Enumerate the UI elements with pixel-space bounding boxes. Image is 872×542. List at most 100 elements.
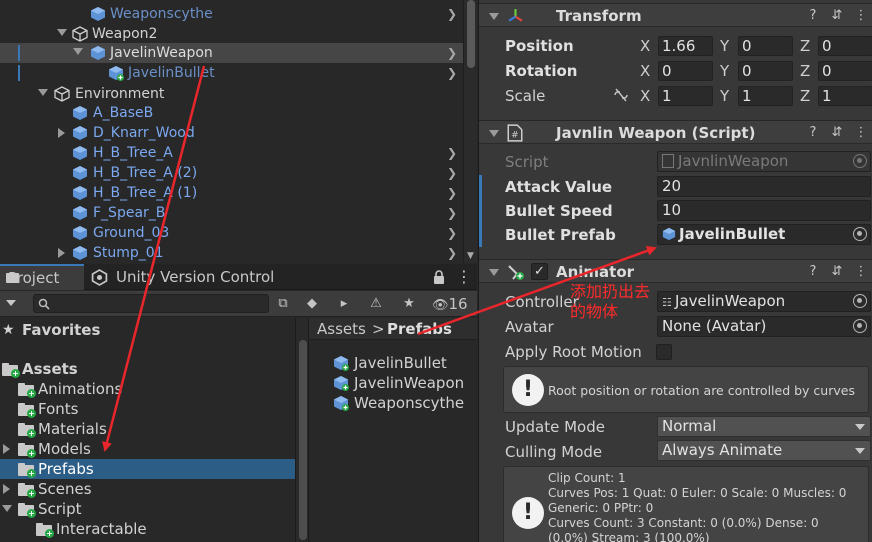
axis-x-label[interactable]: X bbox=[640, 86, 650, 106]
chevron-right-icon[interactable]: ❯ bbox=[447, 166, 457, 180]
axis-z-label[interactable]: Z bbox=[800, 61, 810, 81]
animator-header[interactable]: ✓ Animator ? ⇵ ⋮ bbox=[479, 259, 872, 283]
chevron-right-icon[interactable]: ❯ bbox=[447, 226, 457, 240]
controller-field[interactable]: ☷ JavelinWeapon bbox=[657, 291, 871, 312]
chevron-right-icon[interactable]: ❯ bbox=[447, 66, 457, 80]
enabled-checkbox[interactable]: ✓ bbox=[531, 263, 548, 280]
scale-y-field[interactable]: 1 bbox=[738, 86, 793, 106]
hierarchy-row[interactable]: H_B_Tree_A (2) ❯ bbox=[0, 163, 463, 183]
hierarchy-row[interactable]: A_BaseB bbox=[0, 103, 463, 123]
fold-open-icon[interactable] bbox=[489, 13, 499, 20]
bullet-prefab-field[interactable]: JavelinBullet bbox=[657, 224, 871, 245]
fold-closed-icon[interactable] bbox=[3, 444, 10, 454]
scroll-down-icon[interactable]: ▼ bbox=[467, 251, 474, 261]
position-x-field[interactable]: 1.66 bbox=[658, 36, 713, 56]
fold-open-icon[interactable] bbox=[73, 48, 83, 55]
tab-project[interactable]: Project bbox=[0, 264, 84, 290]
breadcrumb-root[interactable]: Assets bbox=[317, 318, 366, 340]
help-icon[interactable]: ? bbox=[805, 8, 821, 24]
chevron-right-icon[interactable]: ❯ bbox=[447, 7, 457, 21]
axis-y-label[interactable]: Y bbox=[720, 86, 729, 106]
warning-filter-icon[interactable]: ⚠ bbox=[365, 294, 387, 314]
chevron-right-icon[interactable]: ❯ bbox=[447, 206, 457, 220]
culling-mode-dropdown[interactable]: Always Animate bbox=[657, 440, 871, 461]
scrollbar-thumb[interactable] bbox=[467, 0, 475, 68]
object-picker-icon[interactable] bbox=[853, 294, 867, 308]
avatar-field[interactable]: None (Avatar) bbox=[657, 316, 871, 337]
folder-row[interactable]: + Materials bbox=[0, 419, 295, 439]
rotation-z-field[interactable]: 0 bbox=[818, 61, 872, 81]
folder-row[interactable]: + Fonts bbox=[0, 399, 295, 419]
chevron-right-icon[interactable]: ❯ bbox=[447, 246, 457, 260]
fold-open-icon[interactable] bbox=[489, 269, 499, 276]
axis-y-label[interactable]: Y bbox=[720, 36, 729, 56]
bullet-speed-field[interactable]: 10 bbox=[657, 200, 871, 221]
axis-y-label[interactable]: Y bbox=[720, 61, 729, 81]
unlink-constrain-icon[interactable] bbox=[613, 88, 629, 102]
axis-x-label[interactable]: X bbox=[640, 36, 650, 56]
fold-closed-icon[interactable] bbox=[58, 128, 65, 138]
hierarchy-row[interactable]: Stump_01 ❯ bbox=[0, 243, 463, 263]
fold-open-icon[interactable] bbox=[489, 130, 499, 137]
help-icon[interactable]: ? bbox=[805, 264, 821, 280]
hierarchy-scrollbar[interactable]: ▼ bbox=[463, 0, 477, 263]
transform-header[interactable]: Transform ? ⇵ ⋮ bbox=[479, 3, 872, 27]
folder-row[interactable]: + Interactable bbox=[0, 519, 295, 539]
asset-item[interactable]: JavelinBullet bbox=[309, 353, 477, 373]
preset-sliders-icon[interactable]: ⇵ bbox=[829, 8, 845, 24]
pane-scrollbar[interactable] bbox=[295, 318, 309, 542]
script-component-header[interactable]: # Javnlin Weapon (Script) ? ⇵ ⋮ bbox=[479, 120, 872, 144]
tab-unity-version-control[interactable]: Unity Version Control bbox=[88, 264, 288, 290]
search-scope-icon[interactable]: ⧉ bbox=[272, 294, 294, 314]
hierarchy-row[interactable]: H_B_Tree_A ❯ bbox=[0, 143, 463, 163]
fold-closed-icon[interactable] bbox=[3, 484, 10, 494]
chevron-right-icon[interactable]: ❯ bbox=[447, 186, 457, 200]
search-input[interactable] bbox=[33, 294, 269, 313]
fold-open-icon[interactable] bbox=[57, 29, 67, 36]
hierarchy-row[interactable]: Environment bbox=[0, 84, 463, 104]
asset-item[interactable]: Weaponscythe bbox=[309, 393, 477, 413]
hierarchy-row[interactable]: F_Spear_B ❯ bbox=[0, 203, 463, 223]
hierarchy-row-selected[interactable]: JavelinWeapon ❯ bbox=[0, 43, 463, 63]
scale-z-field[interactable]: 1 bbox=[818, 86, 872, 106]
position-y-field[interactable]: 0 bbox=[738, 36, 793, 56]
lock-icon[interactable] bbox=[433, 270, 445, 284]
axis-z-label[interactable]: Z bbox=[800, 36, 810, 56]
hierarchy-row[interactable]: Weapon2 bbox=[0, 24, 463, 44]
hierarchy-row[interactable]: D_Knarr_Wood bbox=[0, 123, 463, 143]
more-options-icon[interactable]: ⋮ bbox=[853, 264, 869, 280]
fold-closed-icon[interactable] bbox=[58, 248, 65, 258]
create-dropdown-icon[interactable] bbox=[6, 300, 16, 306]
fold-open-icon[interactable] bbox=[2, 505, 12, 512]
breadcrumb-current[interactable]: Prefabs bbox=[387, 318, 452, 340]
axis-z-label[interactable]: Z bbox=[800, 86, 810, 106]
fold-open-icon[interactable] bbox=[38, 89, 48, 96]
rotation-y-field[interactable]: 0 bbox=[738, 61, 793, 81]
folder-row[interactable]: + Models bbox=[0, 439, 295, 459]
help-icon[interactable]: ? bbox=[805, 125, 821, 141]
preset-sliders-icon[interactable]: ⇵ bbox=[829, 264, 845, 280]
apply-root-motion-checkbox[interactable] bbox=[656, 344, 672, 360]
more-options-icon[interactable]: ⋮ bbox=[853, 125, 869, 141]
rotation-x-field[interactable]: 0 bbox=[658, 61, 713, 81]
favorites-header[interactable]: ★ Favorites bbox=[0, 320, 295, 340]
chevron-right-icon[interactable]: ❯ bbox=[447, 46, 457, 60]
object-picker-icon[interactable] bbox=[853, 227, 867, 241]
more-options-icon[interactable]: ⋮ bbox=[853, 8, 869, 24]
hidden-packages-count[interactable]: 👁16 bbox=[432, 294, 468, 316]
more-options-icon[interactable]: ⋮ bbox=[456, 267, 472, 287]
attack-value-field[interactable]: 20 bbox=[657, 176, 871, 197]
hierarchy-row[interactable]: Weaponscythe ❯ bbox=[0, 4, 463, 24]
preset-sliders-icon[interactable]: ⇵ bbox=[829, 125, 845, 141]
asset-item[interactable]: JavelinWeapon bbox=[309, 373, 477, 393]
folder-row[interactable]: + Scenes bbox=[0, 479, 295, 499]
hierarchy-row[interactable]: Ground_03 ❯ bbox=[0, 223, 463, 243]
folder-row[interactable]: + Script bbox=[0, 499, 295, 519]
assets-header[interactable]: + Assets bbox=[0, 359, 295, 379]
folder-row-selected[interactable]: + Prefabs bbox=[0, 459, 295, 479]
favorite-star-icon[interactable]: ★ bbox=[398, 294, 420, 314]
chevron-right-icon[interactable]: ❯ bbox=[447, 146, 457, 160]
filter-type-icon[interactable]: ◆ bbox=[301, 294, 323, 314]
folder-row[interactable]: + Animations bbox=[0, 379, 295, 399]
hierarchy-row[interactable]: JavelinBullet ❯ bbox=[0, 63, 463, 83]
